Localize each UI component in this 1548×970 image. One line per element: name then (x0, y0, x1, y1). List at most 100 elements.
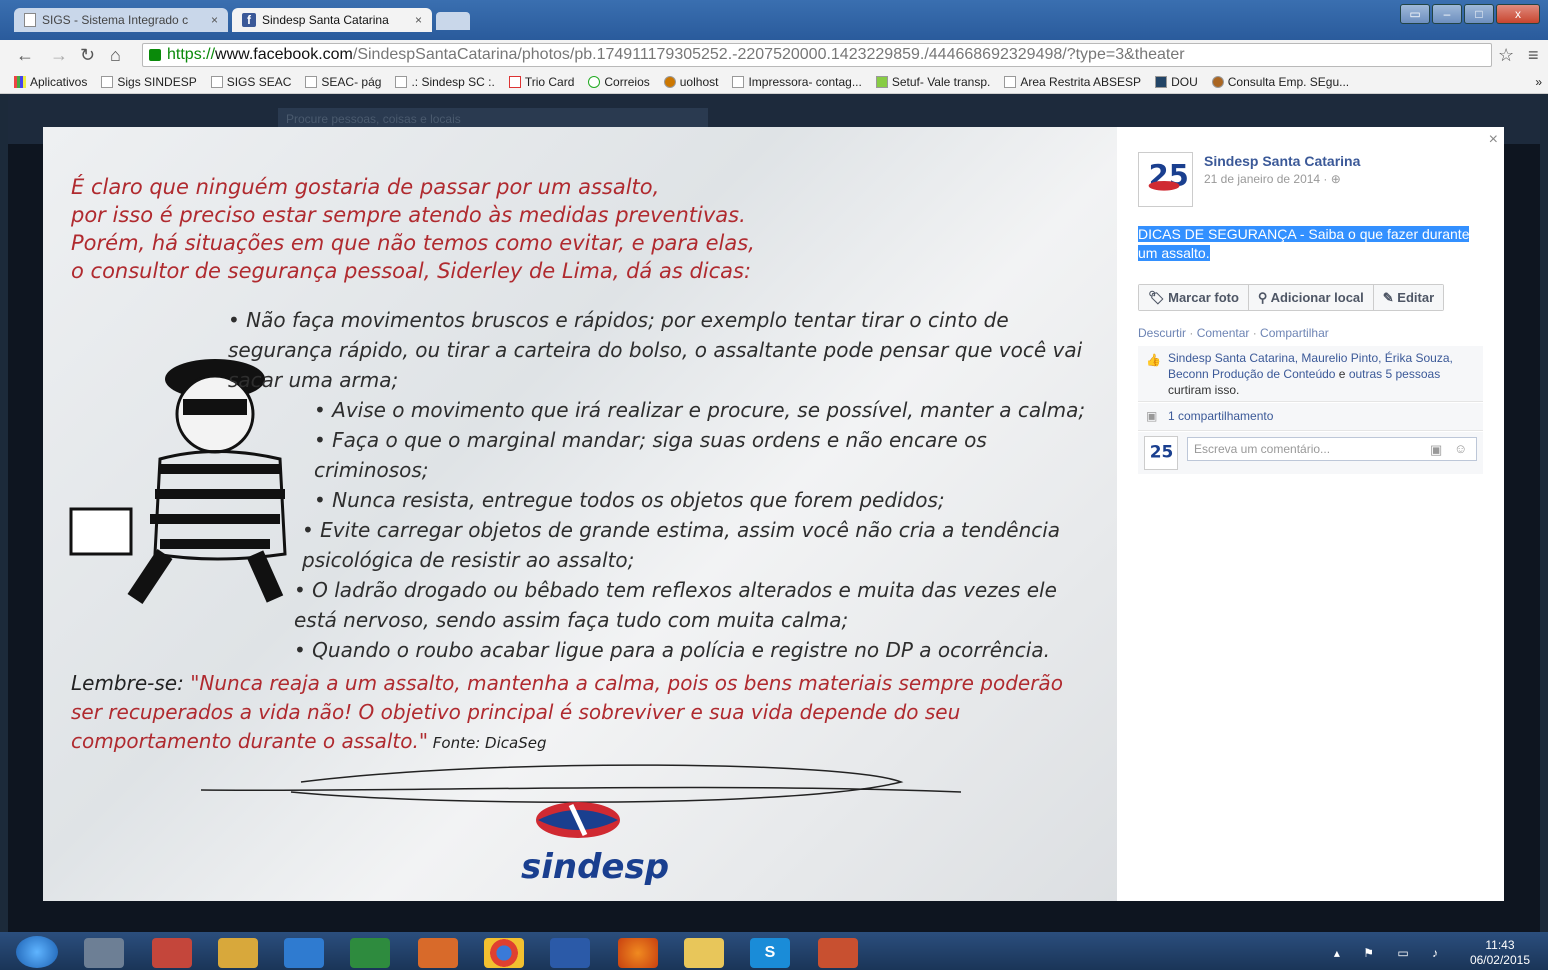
page-name-link[interactable]: Sindesp Santa Catarina (1204, 153, 1360, 169)
theater-photo[interactable]: É claro que ninguém gostaria de passar p… (43, 127, 1117, 901)
post-date[interactable]: 21 de janeiro de 2014 · ⊕ (1204, 172, 1341, 186)
user-button[interactable]: ▭ (1400, 4, 1430, 24)
home-icon[interactable]: ⌂ (110, 45, 121, 66)
taskbar-clock[interactable]: 11:43 06/02/2015 (1470, 938, 1530, 968)
bookmark-label: Setuf- Vale transp. (891, 74, 991, 89)
page-avatar[interactable]: 25 (1138, 152, 1193, 207)
consulta-icon (1211, 75, 1224, 88)
mail-icon[interactable] (684, 938, 724, 968)
intro-line: Porém, há situações em que não temos com… (71, 231, 755, 255)
close-icon[interactable]: × (415, 13, 422, 27)
folder-icon[interactable] (218, 938, 258, 968)
photo-sidebar: × 25 Sindesp Santa Catarina 21 de janeir… (1117, 127, 1504, 901)
star-icon[interactable]: ☆ (1498, 45, 1514, 66)
chrome-icon[interactable] (484, 938, 524, 968)
bookmark-item[interactable]: SEAC- pág (305, 75, 381, 89)
minimize-button[interactable]: – (1432, 4, 1462, 24)
system-tray[interactable]: ▴ ⚑ ▭ ♪ (1334, 946, 1448, 960)
computer-icon[interactable] (84, 938, 124, 968)
comment-row: 25 Escreva um comentário... ▣ ☺ (1138, 432, 1483, 474)
comment-link[interactable]: Comentar (1197, 326, 1250, 340)
new-tab-button[interactable] (436, 12, 470, 30)
url-path: /SindespSantaCatarina/photos/pb.17491117… (352, 46, 1185, 63)
camera-icon[interactable]: ▣ (1430, 442, 1442, 458)
window-close-button[interactable]: x (1496, 4, 1540, 24)
url-scheme: https:// (167, 46, 216, 63)
apps-icon (14, 75, 26, 88)
dou-icon (1155, 75, 1168, 88)
clock-time: 11:43 (1485, 938, 1515, 952)
address-bar: ← → ↻ ⌂ https:// www.facebook.com /Sinde… (0, 40, 1548, 70)
reload-icon[interactable]: ↻ (80, 45, 95, 66)
bookmark-label: SEAC- pág (321, 74, 382, 89)
bookmark-item[interactable]: Impressora- contag... (732, 74, 862, 89)
sindesp-25-logo: 25 (1148, 159, 1189, 193)
add-location-button[interactable]: ⚲ Adicionar local (1248, 285, 1374, 310)
media-player-icon[interactable] (284, 938, 324, 968)
unlike-link[interactable]: Descurtir (1138, 326, 1186, 340)
close-icon[interactable]: × (1489, 131, 1498, 149)
bookmark-item[interactable]: .: Sindesp SC :. (395, 75, 495, 89)
tip-item: • Faça o que o marginal mandar; siga sua… (314, 428, 987, 482)
forward-icon[interactable]: → (50, 45, 68, 66)
photo-intro: É claro que ninguém gostaria de passar p… (71, 173, 771, 285)
share-link[interactable]: Compartilhar (1260, 326, 1329, 340)
svg-text:25: 25 (1150, 442, 1174, 462)
button-label: Editar (1397, 290, 1435, 305)
sindesp-icon (395, 75, 408, 88)
bookmark-item[interactable]: Trio Card (508, 75, 574, 89)
bookmark-item[interactable]: DOU (1155, 75, 1198, 89)
likes-summary: 👍 Sindesp Santa Catarina, Maurelio Pinto… (1138, 346, 1483, 402)
sindesp-25-logo: 25 (1150, 442, 1174, 462)
bookmark-item[interactable]: Correios (588, 75, 650, 89)
correios-icon (588, 75, 601, 88)
bookmarks-overflow[interactable]: » (1535, 75, 1542, 89)
emoji-icon[interactable]: ☺ (1454, 441, 1467, 456)
button-label: Adicionar local (1270, 290, 1364, 305)
photo-caption: DICAS DE SEGURANÇA - Saiba o que fazer d… (1138, 225, 1481, 263)
setuf-icon (875, 75, 888, 88)
bookmark-item[interactable]: Sigs SINDESP (101, 75, 197, 89)
bookmark-label: Impressora- contag... (748, 74, 862, 89)
bookmark-item[interactable]: SIGS SEAC (210, 74, 292, 89)
close-icon[interactable]: × (211, 13, 218, 27)
bookmark-item[interactable]: Area Restrita ABSESP (1004, 75, 1141, 89)
firefox-icon[interactable] (618, 938, 658, 968)
url-domain: www.facebook.com (215, 46, 353, 63)
maximize-button[interactable]: □ (1464, 4, 1494, 24)
seac-icon (305, 75, 318, 88)
intro-line: É claro que ninguém gostaria de passar p… (71, 175, 660, 199)
page-icon (101, 75, 114, 88)
app-icon[interactable] (152, 938, 192, 968)
others-link[interactable]: outras 5 pessoas (1349, 367, 1440, 381)
start-button[interactable] (16, 936, 58, 968)
bookmarks-bar: Aplicativos Sigs SINDESP SIGS SEAC SEAC-… (0, 70, 1548, 94)
bookmark-apps[interactable]: Aplicativos (14, 75, 87, 89)
word-icon[interactable] (550, 938, 590, 968)
intro-line: o consultor de segurança pessoal, Siderl… (71, 259, 752, 283)
app-icon[interactable] (818, 938, 858, 968)
bookmark-item[interactable]: Setuf- Vale transp. (875, 74, 991, 89)
likes-conjunction: e (1335, 367, 1349, 381)
url-field[interactable]: https:// www.facebook.com /SindespSantaC… (142, 43, 1492, 67)
facebook-icon: f (242, 13, 256, 27)
bookmark-item[interactable]: Consulta Emp. SEgu... (1211, 75, 1349, 89)
browser-titlebar: SIGS - Sistema Integrado c × f Sindesp S… (0, 0, 1548, 40)
edit-button[interactable]: ✎ Editar (1373, 285, 1444, 310)
excel-icon[interactable] (350, 938, 390, 968)
back-icon[interactable]: ← (16, 45, 34, 66)
skype-icon[interactable]: S (750, 938, 790, 968)
app-icon[interactable] (418, 938, 458, 968)
tab-sigs[interactable]: SIGS - Sistema Integrado c × (14, 8, 228, 32)
shares-count[interactable]: ▣ 1 compartilhamento (1138, 403, 1483, 431)
tab-sindesp[interactable]: f Sindesp Santa Catarina × (232, 8, 432, 32)
tips-list: • Não faça movimentos bruscos e rápidos;… (228, 305, 1093, 665)
tag-photo-button[interactable]: 🏷 Marcar foto (1139, 285, 1249, 310)
bookmark-label: Area Restrita ABSESP (1020, 74, 1142, 89)
reminder-text: Lembre-se: "Nunca reaja a um assalto, ma… (71, 669, 1096, 758)
reminder-quote: "Nunca reaja a um assalto, mantenha a ca… (71, 671, 1063, 753)
bookmark-item[interactable]: uolhost (663, 75, 718, 89)
page-icon (24, 13, 36, 27)
menu-icon[interactable]: ≡ (1528, 45, 1539, 66)
bookmark-label: SIGS SEAC (226, 74, 292, 89)
